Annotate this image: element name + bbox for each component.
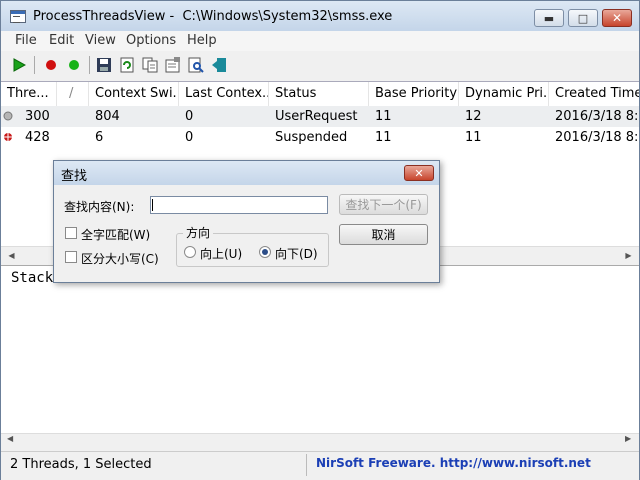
- stack-horizontal-scrollbar[interactable]: ◀ ▶: [1, 433, 639, 451]
- exit-button[interactable]: [210, 56, 228, 74]
- properties-icon: [165, 57, 180, 73]
- minimize-icon: ▬: [543, 11, 555, 25]
- dynamic-priority-cell: 11: [465, 130, 482, 145]
- maximize-icon: □: [577, 11, 589, 25]
- dialog-title-bar[interactable]: 查找 ✕: [54, 161, 439, 185]
- toolbar: [1, 51, 639, 79]
- copy-icon: [142, 57, 158, 73]
- direction-down-label: 向下(D): [275, 247, 318, 261]
- created-time-cell: 2016/3/18 8:2: [555, 130, 639, 145]
- status-divider: [306, 454, 307, 476]
- direction-down-radio[interactable]: [259, 246, 271, 258]
- scroll-right-icon[interactable]: ▶: [620, 247, 637, 264]
- table-row[interactable]: 300 804 0 UserRequest 11 12 2016/3/18 8:…: [1, 106, 639, 127]
- base-priority-cell: 11: [375, 109, 392, 124]
- match-case-label: 区分大小写(C): [81, 252, 159, 266]
- status-bar: 2 Threads, 1 Selected NirSoft Freeware. …: [1, 451, 639, 480]
- column-header-created-time[interactable]: Created Time: [549, 82, 639, 106]
- column-header-status[interactable]: Status: [269, 82, 369, 106]
- menu-help[interactable]: Help: [187, 33, 217, 48]
- play-button[interactable]: [10, 56, 28, 74]
- dialog-close-button[interactable]: ✕: [404, 165, 434, 181]
- play-icon: [13, 58, 26, 72]
- last-context-cell: 0: [185, 109, 194, 124]
- resume-button[interactable]: [65, 56, 83, 74]
- column-header-dynamic-priority[interactable]: Dynamic Pri...: [459, 82, 549, 106]
- column-header-thread[interactable]: Thre...: [1, 82, 57, 106]
- nirsoft-link[interactable]: NirSoft Freeware. http://www.nirsoft.net: [316, 456, 591, 470]
- table-row[interactable]: 428 6 0 Suspended 11 11 2016/3/18 8:2: [1, 127, 639, 148]
- sort-indicator: /: [57, 82, 89, 106]
- find-dialog: 查找 ✕ 查找内容(N): 查找下一个(F) 取消 全字匹配(W) 区分大小写(…: [53, 160, 440, 283]
- scroll-left-icon[interactable]: ◀: [3, 247, 20, 264]
- status-cell: UserRequest: [275, 109, 358, 124]
- menu-view[interactable]: View: [85, 33, 116, 48]
- close-button[interactable]: ✕: [602, 9, 632, 27]
- column-header-context-switches[interactable]: Context Swi...: [89, 82, 179, 106]
- status-count: 2 Threads, 1 Selected: [10, 457, 152, 472]
- refresh-icon: [120, 57, 134, 73]
- cancel-button[interactable]: 取消: [339, 224, 428, 245]
- column-header-last-context[interactable]: Last Contex...: [179, 82, 269, 106]
- stack-pane[interactable]: Stack: [1, 265, 639, 452]
- dialog-title: 查找: [61, 169, 88, 184]
- column-header-base-priority[interactable]: Base Priority: [369, 82, 459, 106]
- find-button[interactable]: [187, 56, 205, 74]
- direction-label: 方向: [183, 224, 214, 241]
- thread-status-icon: [3, 111, 13, 121]
- close-icon: ✕: [611, 11, 623, 25]
- toolbar-separator: [89, 56, 90, 74]
- resume-icon: [69, 60, 79, 70]
- menu-file[interactable]: File: [15, 33, 37, 48]
- dynamic-priority-cell: 12: [465, 109, 482, 124]
- scroll-left-icon[interactable]: ◀: [7, 434, 13, 443]
- suspended-status-icon: [4, 133, 12, 141]
- stack-label: Stack: [11, 270, 54, 286]
- find-label: 查找内容(N):: [64, 200, 135, 214]
- match-whole-checkbox[interactable]: [65, 227, 77, 239]
- menu-edit[interactable]: Edit: [49, 33, 74, 48]
- save-icon: [97, 58, 111, 72]
- table-header: Thre... / Context Swi... Last Contex... …: [1, 82, 639, 107]
- properties-button[interactable]: [164, 56, 182, 74]
- thread-id-cell: 300: [1, 106, 89, 127]
- maximize-button[interactable]: □: [568, 9, 598, 27]
- close-icon: ✕: [414, 166, 424, 180]
- copy-button[interactable]: [141, 56, 159, 74]
- menu-options[interactable]: Options: [126, 33, 176, 48]
- menu-bar: File Edit View Options Help: [1, 31, 639, 51]
- app-icon: [10, 10, 26, 23]
- status-cell: Suspended: [275, 130, 348, 145]
- title-bar[interactable]: ProcessThreadsView - C:\Windows\System32…: [1, 1, 639, 31]
- context-switches-cell: 804: [95, 109, 120, 124]
- created-time-cell: 2016/3/18 8:2: [555, 109, 639, 124]
- direction-up-label: 向上(U): [200, 247, 243, 261]
- context-switches-cell: 6: [95, 130, 104, 145]
- match-case-checkbox[interactable]: [65, 251, 77, 263]
- window-title: ProcessThreadsView - C:\Windows\System32…: [33, 9, 393, 24]
- stop-icon: [46, 60, 56, 70]
- direction-up-radio[interactable]: [184, 246, 196, 258]
- thread-id-cell: 428: [1, 127, 89, 148]
- find-input[interactable]: [150, 196, 328, 214]
- scroll-right-icon[interactable]: ▶: [625, 434, 631, 443]
- stop-button[interactable]: [42, 56, 60, 74]
- base-priority-cell: 11: [375, 130, 392, 145]
- match-whole-label: 全字匹配(W): [81, 228, 151, 242]
- find-next-button[interactable]: 查找下一个(F): [339, 194, 428, 215]
- refresh-button[interactable]: [118, 56, 136, 74]
- save-button[interactable]: [95, 56, 113, 74]
- find-icon: [188, 57, 204, 73]
- exit-icon: [212, 58, 226, 72]
- toolbar-separator: [34, 56, 35, 74]
- text-caret: [152, 199, 153, 211]
- last-context-cell: 0: [185, 130, 194, 145]
- minimize-button[interactable]: ▬: [534, 9, 564, 27]
